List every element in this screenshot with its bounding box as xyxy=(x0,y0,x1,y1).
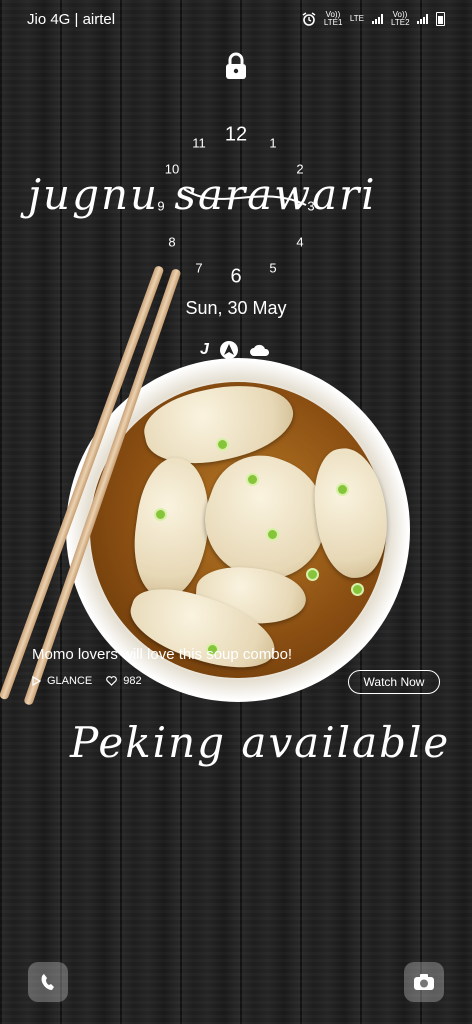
clock-number-12: 12 xyxy=(224,123,248,146)
lte-label: LTE xyxy=(349,14,364,23)
scallion-garnish xyxy=(216,438,229,451)
cloud-icon xyxy=(249,344,269,356)
clock-number-11: 11 xyxy=(192,135,206,151)
clock-number-1: 1 xyxy=(269,135,277,151)
lock-icon[interactable] xyxy=(224,52,248,80)
clock-number-4: 4 xyxy=(296,234,304,250)
clock-number-5: 5 xyxy=(269,260,277,276)
glance-headline[interactable]: Momo lovers will love this soup combo! xyxy=(32,646,292,663)
scallion-garnish xyxy=(266,528,279,541)
scallion-garnish xyxy=(154,508,167,521)
heart-icon[interactable] xyxy=(106,676,118,686)
watch-now-button[interactable]: Watch Now xyxy=(348,670,440,694)
sim2-signal-icon xyxy=(417,14,428,24)
camera-shortcut-button[interactable] xyxy=(404,962,444,1002)
status-bar: Jio 4G | airtel Vo)) LTE1 LTE Vo)) LTE2 xyxy=(0,0,472,38)
carrier-label: Jio 4G | airtel xyxy=(27,10,116,28)
arc-navigation-icon xyxy=(219,341,238,359)
phone-shortcut-button[interactable] xyxy=(28,962,68,1002)
phone-icon xyxy=(41,974,54,990)
lockscreen-date: Sun, 30 May xyxy=(185,298,287,318)
signature-strike-line xyxy=(183,188,307,206)
clock-number-8: 8 xyxy=(168,234,176,250)
battery-icon xyxy=(436,12,445,26)
clock-number-7: 7 xyxy=(195,260,203,276)
notification-icons: J xyxy=(200,340,271,360)
alarm-icon xyxy=(302,12,316,26)
sim2-volte-label: Vo)) LTE2 xyxy=(391,10,410,27)
scallion-garnish xyxy=(351,583,364,596)
like-count: 982 xyxy=(123,675,142,687)
status-icons: Vo)) LTE1 LTE Vo)) LTE2 xyxy=(302,11,445,27)
scallion-garnish xyxy=(306,568,319,581)
glance-meta: GLANCE 982 xyxy=(32,675,142,687)
play-icon xyxy=(32,676,41,686)
handwritten-caption: Peking available xyxy=(70,718,451,767)
scallion-garnish xyxy=(336,483,349,496)
glance-source-label: GLANCE xyxy=(47,675,93,687)
scallion-garnish xyxy=(246,473,259,486)
jiosaavn-icon: J xyxy=(200,341,209,358)
camera-icon xyxy=(414,974,434,990)
sim1-signal-icon xyxy=(372,14,383,24)
sim1-volte-label: Vo)) LTE1 xyxy=(323,10,343,27)
clock-number-6: 6 xyxy=(230,265,242,288)
